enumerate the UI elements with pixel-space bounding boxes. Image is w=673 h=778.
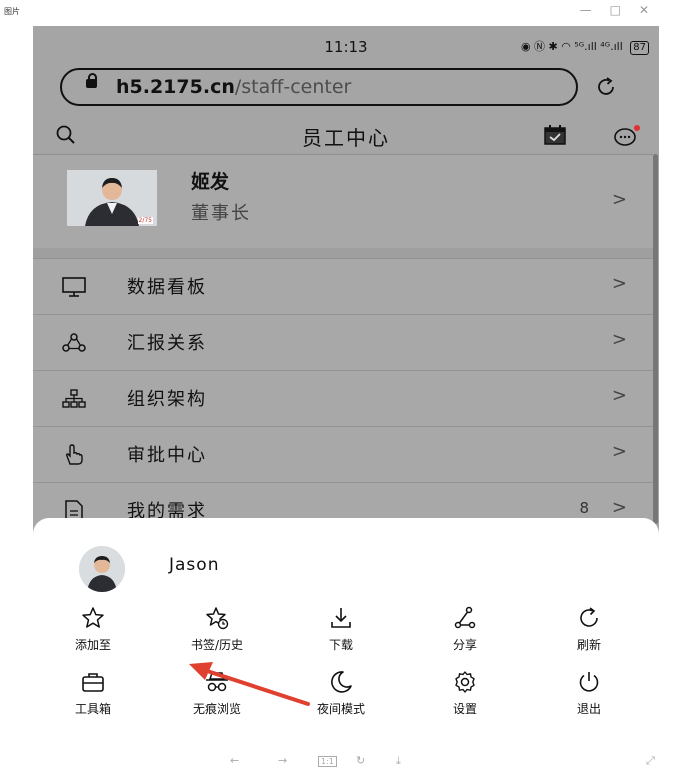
- menu-item-approval-center[interactable]: 审批中心 >: [33, 426, 653, 482]
- bookmark-history-icon: [206, 607, 229, 630]
- moon-icon: [331, 671, 352, 693]
- company-badge: 2/75: [137, 217, 153, 224]
- add-to-button[interactable]: 添加至: [33, 606, 153, 666]
- toolbox-icon: [82, 673, 104, 692]
- wifi-icon: ◠: [561, 40, 571, 53]
- fullscreen-button[interactable]: ⤢: [646, 754, 655, 768]
- download-image-button[interactable]: ⤓: [396, 754, 401, 768]
- menu-item-label: 数据看板: [127, 277, 207, 298]
- chevron-right-icon: >: [611, 273, 627, 294]
- sheet-username: Jason: [169, 555, 220, 575]
- nfc-icon: Ⓝ: [534, 40, 546, 53]
- signal-icon: ⁵ᴳ.ıll ⁴ᴳ.ıll: [574, 40, 623, 53]
- browser-menu-sheet: Jason 添加至 书签/历史 下载 分享 刷新 工具箱 无痕浏览 夜间模式 设…: [33, 518, 659, 736]
- url-text: h5.2175.cn/staff-center: [116, 76, 351, 98]
- star-icon: [82, 607, 104, 628]
- prev-button[interactable]: ←: [230, 754, 239, 767]
- menu-item-label: 组织架构: [127, 389, 207, 410]
- message-icon[interactable]: [613, 124, 641, 148]
- settings-icon: [455, 671, 475, 693]
- exit-label: 退出: [576, 702, 601, 716]
- chevron-right-icon: >: [611, 441, 627, 462]
- chevron-right-icon: >: [611, 497, 627, 518]
- avatar: 2/75: [67, 170, 157, 226]
- refresh-label: 刷新: [576, 638, 601, 652]
- bookmarks-history-label: 书签/历史: [190, 638, 244, 652]
- refresh-button[interactable]: 刷新: [529, 606, 649, 666]
- menu-item-data-dashboard[interactable]: 数据看板 >: [33, 258, 653, 314]
- monitor-icon: [62, 277, 86, 297]
- refresh-icon: [580, 607, 598, 627]
- chevron-right-icon: >: [611, 189, 627, 210]
- add-to-label: 添加至: [74, 638, 111, 652]
- chevron-right-icon: >: [611, 329, 627, 350]
- menu-item-label: 审批中心: [127, 445, 207, 466]
- share-button[interactable]: 分享: [405, 606, 525, 666]
- url-host: h5.2175.cn: [116, 76, 235, 98]
- settings-button[interactable]: 设置: [405, 670, 525, 730]
- menu-item-count: 8: [579, 499, 589, 517]
- exit-button[interactable]: 退出: [529, 670, 649, 730]
- battery-icon: 87: [630, 41, 649, 55]
- settings-label: 设置: [452, 702, 477, 716]
- window-title: 图片: [4, 7, 20, 16]
- menu-item-reporting-relations[interactable]: 汇报关系 >: [33, 314, 653, 370]
- bookmarks-history-button[interactable]: 书签/历史: [157, 606, 277, 666]
- address-bar[interactable]: h5.2175.cn/staff-center: [60, 68, 578, 106]
- sheet-avatar: [79, 546, 125, 592]
- close-button[interactable]: ✕: [639, 3, 667, 17]
- viewer-toolbar: ← → 1:1 ↻ ⤓ ⤢: [0, 750, 673, 778]
- chevron-right-icon: >: [611, 385, 627, 406]
- bluetooth-icon: ✱: [548, 40, 558, 53]
- profile-name: 姬发: [191, 171, 230, 193]
- hand-pointer-icon: [65, 444, 83, 465]
- status-bar: 11:13 ◉ Ⓝ ✱ ◠ ⁵ᴳ.ıll ⁴ᴳ.ıll 87: [33, 26, 659, 64]
- menu-item-org-structure[interactable]: 组织架构 >: [33, 370, 653, 426]
- calendar-check-icon[interactable]: [543, 124, 567, 146]
- avatar-photo: [79, 546, 125, 592]
- status-icons: ◉ Ⓝ ✱ ◠ ⁵ᴳ.ıll ⁴ᴳ.ıll 87: [521, 38, 649, 55]
- download-button[interactable]: 下载: [281, 606, 401, 666]
- scrollbar[interactable]: [653, 154, 658, 524]
- profile-card[interactable]: 2/75 姬发 董事长 >: [33, 154, 653, 249]
- lock-icon: [86, 73, 97, 88]
- eye-icon: ◉: [520, 40, 531, 53]
- toolbox-button[interactable]: 工具箱: [33, 670, 153, 730]
- window-controls: —□✕: [580, 3, 667, 17]
- org-chart-icon: [62, 389, 86, 408]
- maximize-button[interactable]: □: [610, 3, 639, 17]
- toolbox-label: 工具箱: [74, 702, 111, 716]
- annotation-arrow: [189, 662, 310, 706]
- minimize-button[interactable]: —: [580, 3, 610, 17]
- rotate-button[interactable]: ↻: [356, 754, 365, 767]
- section-divider: [33, 248, 653, 258]
- download-label: 下载: [328, 638, 353, 652]
- url-path: /staff-center: [234, 76, 352, 98]
- notification-dot: [634, 125, 640, 131]
- relation-icon: [62, 333, 86, 352]
- next-button[interactable]: →: [278, 754, 287, 767]
- menu-item-label: 汇报关系: [127, 333, 207, 354]
- power-icon: [579, 672, 599, 692]
- reload-icon[interactable]: [595, 76, 617, 98]
- profile-role: 董事长: [191, 203, 251, 224]
- phone-screen: 11:13 ◉ Ⓝ ✱ ◠ ⁵ᴳ.ıll ⁴ᴳ.ıll 87 h5.2175.c…: [33, 26, 659, 736]
- share-label: 分享: [452, 638, 477, 652]
- actual-size-button[interactable]: 1:1: [318, 756, 337, 767]
- share-icon: [454, 606, 476, 629]
- download-icon: [331, 608, 351, 628]
- page-header: 员工中心: [33, 116, 659, 156]
